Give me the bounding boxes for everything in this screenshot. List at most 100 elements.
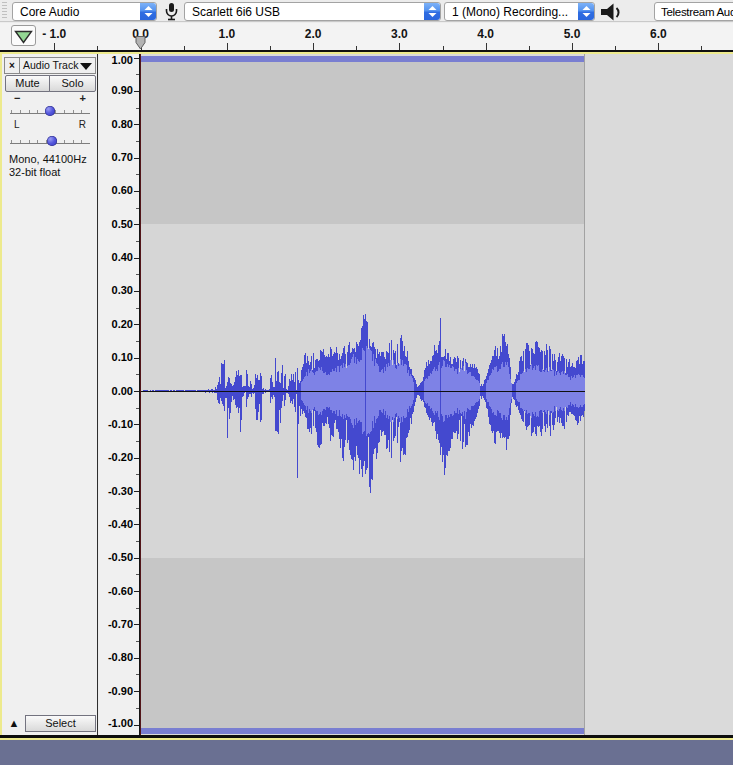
vertical-ruler-tick — [136, 508, 139, 509]
vertical-ruler-tick — [134, 591, 139, 592]
track-control-panel: × Audio Track Mute Solo − + L R Mono, 44… — [2, 54, 98, 735]
track-title[interactable]: Audio Track — [23, 58, 78, 73]
track-menu-caret-icon[interactable] — [80, 63, 92, 70]
timeline-label: - 1.0 — [42, 27, 66, 41]
timeline-tick — [486, 43, 487, 50]
track-waveform-area[interactable] — [140, 54, 733, 735]
vertical-ruler-tick — [134, 158, 139, 159]
vertical-ruler-tick — [134, 558, 139, 559]
vertical-ruler-tick — [134, 124, 139, 125]
vertical-ruler-tick — [136, 374, 139, 375]
vertical-ruler-label: 0.80 — [112, 119, 133, 130]
vertical-ruler-label: 0.40 — [112, 252, 133, 263]
vertical-ruler-tick — [134, 324, 139, 325]
timeline-label: 4.0 — [477, 27, 494, 41]
vertical-ruler-tick — [134, 658, 139, 659]
audio-clip[interactable] — [141, 54, 585, 735]
gain-plus-label: + — [80, 92, 86, 104]
track-format-info: Mono, 44100Hz — [9, 153, 87, 165]
playback-device-dropdown[interactable]: Telestream Audio — [654, 2, 733, 21]
timeline-tick — [227, 43, 228, 50]
edit-cursor — [140, 54, 141, 735]
horizontal-scrollbar-area[interactable] — [0, 740, 733, 765]
vertical-ruler-tick — [136, 208, 139, 209]
vertical-ruler-label: 0.00 — [112, 386, 133, 397]
vertical-ruler-label: -0.70 — [108, 619, 133, 630]
timeline-tick — [658, 43, 659, 50]
vertical-ruler-tick — [134, 725, 139, 726]
vertical-ruler-label: -0.20 — [108, 452, 133, 463]
dropdown-stepper-icon — [578, 3, 594, 20]
solo-button[interactable]: Solo — [49, 75, 96, 92]
vertical-ruler-tick — [136, 441, 139, 442]
vertical-ruler-tick — [134, 358, 139, 359]
vertical-ruler-label: 0.30 — [112, 285, 133, 296]
vertical-ruler-label: 0.90 — [112, 85, 133, 96]
vertical-ruler-tick — [134, 624, 139, 625]
vertical-ruler-tick — [136, 674, 139, 675]
vertical-ruler-tick — [136, 241, 139, 242]
recording-device-dropdown[interactable]: Scarlett 6i6 USB — [184, 2, 441, 21]
vertical-ruler-tick — [136, 274, 139, 275]
pan-right-label: R — [79, 119, 86, 130]
timeline-label: 5.0 — [564, 27, 581, 41]
pan-left-label: L — [14, 119, 20, 130]
vertical-ruler-tick — [136, 74, 139, 75]
vertical-ruler-tick — [134, 191, 139, 192]
vertical-ruler-label: -0.50 — [108, 552, 133, 563]
vertical-scale-ruler[interactable]: 1.000.900.800.700.600.500.400.300.200.10… — [99, 54, 140, 735]
vertical-ruler-label: -0.30 — [108, 486, 133, 497]
vertical-ruler-tick — [134, 524, 139, 525]
timeline-label: 1.0 — [218, 27, 235, 41]
timeline-options-triangle-icon — [14, 30, 33, 44]
mute-button[interactable]: Mute — [5, 75, 50, 92]
audio-host-dropdown[interactable]: Core Audio — [12, 2, 157, 21]
vertical-ruler-tick — [136, 341, 139, 342]
timeline-tick — [399, 43, 400, 50]
gain-slider-thumb[interactable] — [45, 106, 55, 116]
vertical-ruler-label: -0.80 — [108, 652, 133, 663]
vertical-ruler-label: 0.60 — [112, 185, 133, 196]
gain-minus-label: − — [14, 92, 20, 104]
track-header: × Audio Track — [4, 57, 96, 74]
device-toolbar: Core Audio Scarlett 6i6 USB 1 (Mono) Rec… — [0, 0, 733, 22]
dropdown-stepper-icon — [424, 3, 440, 20]
audio-host-value: Core Audio — [20, 3, 79, 21]
vertical-ruler-tick — [136, 308, 139, 309]
recording-device-value: Scarlett 6i6 USB — [192, 3, 280, 21]
vertical-ruler-tick — [136, 708, 139, 709]
timeline-ruler[interactable]: - 1.00.01.02.03.04.05.06.0 — [0, 23, 733, 50]
pan-slider-thumb[interactable] — [47, 136, 57, 146]
vertical-ruler-tick — [136, 174, 139, 175]
vertical-ruler-tick — [136, 108, 139, 109]
vertical-ruler-tick — [136, 541, 139, 542]
vertical-ruler-label: 1.00 — [112, 55, 133, 66]
recording-channels-dropdown[interactable]: 1 (Mono) Recording... — [444, 2, 595, 21]
vertical-ruler-label: -0.90 — [108, 686, 133, 697]
vertical-ruler-tick — [134, 258, 139, 259]
vertical-ruler-tick — [136, 141, 139, 142]
timeline-label: 3.0 — [391, 27, 408, 41]
timeline-tick — [313, 43, 314, 50]
vertical-ruler-tick — [134, 224, 139, 225]
vertical-ruler-label: -1.00 — [108, 718, 133, 729]
vertical-ruler-tick — [136, 641, 139, 642]
select-track-button[interactable]: Select — [25, 715, 96, 732]
microphone-icon — [161, 2, 181, 25]
vertical-ruler-tick — [136, 408, 139, 409]
vertical-ruler-label: 0.50 — [112, 219, 133, 230]
vertical-ruler-tick — [136, 474, 139, 475]
timeline-label: 6.0 — [650, 27, 667, 41]
vertical-ruler-tick — [134, 691, 139, 692]
timeline-options-button[interactable] — [11, 25, 36, 46]
waveform[interactable] — [141, 54, 585, 735]
vertical-ruler-tick — [134, 491, 139, 492]
dropdown-stepper-icon — [140, 3, 156, 20]
vertical-ruler-label: -0.10 — [108, 419, 133, 430]
timeline-tick — [54, 43, 55, 50]
close-track-button[interactable]: × — [5, 58, 20, 73]
toolbar-grip[interactable] — [2, 2, 7, 20]
vertical-ruler-tick — [134, 58, 139, 59]
vertical-ruler-label: 0.20 — [112, 319, 133, 330]
collapse-track-button[interactable]: ▲ — [5, 715, 23, 732]
